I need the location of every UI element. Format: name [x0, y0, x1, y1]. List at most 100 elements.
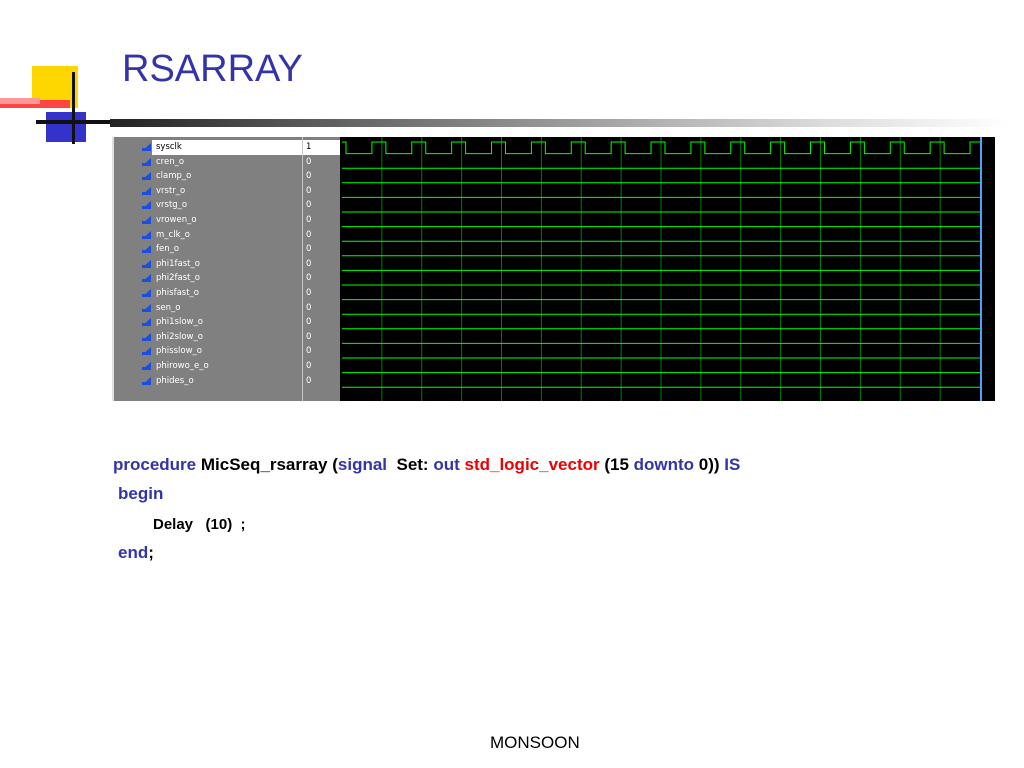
- keyword-out: out: [433, 455, 460, 474]
- signal-name-panel: sysclk cren_o clamp_o vrstr_o vrstg_o vrowen_…: [112, 137, 302, 401]
- keyword-procedure: procedure: [113, 455, 197, 474]
- waveform-viewer[interactable]: sysclk cren_o clamp_o vrstr_o vrstg_o vrowen_…: [112, 137, 995, 401]
- signal-value: 0: [306, 273, 312, 284]
- signal-icon: [142, 289, 151, 297]
- param-set: Set:: [387, 455, 434, 474]
- signal-name: phi1fast_o: [156, 258, 200, 269]
- signal-value: 0: [306, 288, 312, 298]
- signal-value-row: 0: [303, 257, 340, 272]
- footer-text: MONSOON: [490, 733, 580, 752]
- signal-name: sysclk: [156, 142, 182, 152]
- signal-value: 0: [306, 375, 312, 386]
- signal-row-clamp_o[interactable]: clamp_o: [114, 169, 302, 184]
- code-line-end: end;: [118, 543, 154, 563]
- signal-value: 0: [306, 229, 312, 240]
- keyword-end: end: [118, 543, 149, 562]
- signal-icon: [142, 172, 151, 181]
- signal-row-fen_o[interactable]: fen_o: [114, 242, 302, 257]
- delay-statement: Delay (10) ;: [153, 516, 246, 533]
- signal-value: 1: [306, 142, 312, 152]
- procedure-name: MicSeq_rsarray (: [200, 455, 338, 474]
- signal-value: 0: [306, 171, 312, 182]
- type-std-logic-vector: std_logic_vector: [464, 455, 600, 474]
- signal-name: sen_o: [156, 302, 181, 313]
- signal-name: phi2fast_o: [156, 273, 200, 284]
- range-end: 0)): [694, 455, 725, 474]
- signal-value: 0: [306, 361, 312, 371]
- keyword-begin: begin: [118, 484, 164, 503]
- signal-value-row: 0: [303, 271, 340, 286]
- signal-value: 0: [306, 244, 312, 255]
- waveform-background: [340, 137, 995, 401]
- signal-value-row: 0: [303, 359, 340, 374]
- signal-name: vrstg_o: [156, 200, 188, 211]
- signal-row-phirowo_e_o[interactable]: phirowo_e_o: [114, 359, 302, 374]
- signal-name: cren_o: [156, 156, 185, 167]
- code-line-delay: Delay (10) ;: [153, 516, 246, 533]
- waveform-display[interactable]: [340, 137, 995, 401]
- signal-icon: [142, 230, 151, 239]
- signal-row-sen_o[interactable]: sen_o: [114, 301, 302, 316]
- signal-row-phi2fast_o[interactable]: phi2fast_o: [114, 271, 302, 286]
- signal-row-m_clk_o[interactable]: m_clk_o: [114, 228, 302, 243]
- signal-value-row: 0: [303, 330, 340, 345]
- signal-value: 0: [306, 185, 312, 196]
- signal-icon: [142, 274, 151, 283]
- signal-value-panel: 1 0 0 0 0 0 0 0 0 0 0 0 0 0 0 0 0: [302, 137, 340, 401]
- code-line-begin: begin: [118, 484, 163, 504]
- signal-row-phi2slow_o[interactable]: phi2slow_o: [114, 330, 302, 345]
- signal-value: 0: [306, 317, 312, 328]
- signal-row-phi1slow_o[interactable]: phi1slow_o: [114, 315, 302, 330]
- signal-value-row: 0: [303, 286, 340, 301]
- signal-value-row: 0: [303, 374, 340, 389]
- signal-value-row: 0: [303, 169, 340, 184]
- signal-value: 0: [306, 331, 312, 342]
- signal-value-row: 0: [303, 213, 340, 228]
- signal-value-row: 0: [303, 198, 340, 213]
- signal-icon: [142, 201, 151, 210]
- keyword-signal: signal: [337, 455, 388, 474]
- signal-value-row: 0: [303, 184, 340, 199]
- signal-icon: [142, 186, 151, 195]
- signal-icon: [142, 332, 151, 341]
- signal-value-row: 0: [303, 315, 340, 330]
- signal-row-phi1fast_o[interactable]: phi1fast_o: [114, 257, 302, 272]
- signal-value: 0: [306, 302, 312, 313]
- signal-icon: [142, 362, 151, 370]
- signal-value-row: 0: [303, 155, 340, 170]
- signal-row-phisslow_o[interactable]: phisslow_o: [114, 344, 302, 359]
- signal-icon: [142, 245, 151, 254]
- semicolon: ;: [148, 543, 154, 562]
- signal-icon: [142, 376, 151, 385]
- slide-title: RSARRAY: [122, 48, 303, 90]
- signal-name: phisslow_o: [156, 346, 202, 357]
- signal-row-vrstr_o[interactable]: vrstr_o: [114, 184, 302, 199]
- signal-value-row: 1: [303, 140, 340, 155]
- signal-value: 0: [306, 200, 312, 211]
- signal-icon: [142, 318, 151, 327]
- signal-name: phisfast_o: [156, 288, 199, 298]
- signal-value: 0: [306, 258, 312, 269]
- signal-row-vrstg_o[interactable]: vrstg_o: [114, 198, 302, 213]
- logo-graphic: [0, 66, 126, 144]
- signal-value-row: 0: [303, 228, 340, 243]
- signal-row-sysclk[interactable]: sysclk: [142, 140, 302, 155]
- signal-row-phides_o[interactable]: phides_o: [114, 374, 302, 389]
- signal-icon: [142, 157, 151, 166]
- signal-row-phisfast_o[interactable]: phisfast_o: [114, 286, 302, 301]
- signal-name: m_clk_o: [156, 229, 190, 240]
- signal-name: phides_o: [156, 375, 194, 386]
- signal-row-vrowen_o[interactable]: vrowen_o: [114, 213, 302, 228]
- signal-value: 0: [306, 346, 312, 357]
- signal-icon: [142, 259, 151, 268]
- code-line-procedure: procedure MicSeq_rsarray (signal Set: ou…: [113, 455, 740, 475]
- signal-name: vrstr_o: [156, 185, 186, 196]
- signal-value-row: 0: [303, 301, 340, 316]
- signal-icon: [142, 143, 151, 151]
- signal-value: 0: [306, 215, 312, 225]
- signal-icon: [142, 303, 151, 312]
- signal-row-cren_o[interactable]: cren_o: [114, 155, 302, 170]
- title-underline: [110, 119, 1010, 127]
- signal-name: fen_o: [156, 244, 180, 255]
- waveform-traces: [340, 137, 995, 401]
